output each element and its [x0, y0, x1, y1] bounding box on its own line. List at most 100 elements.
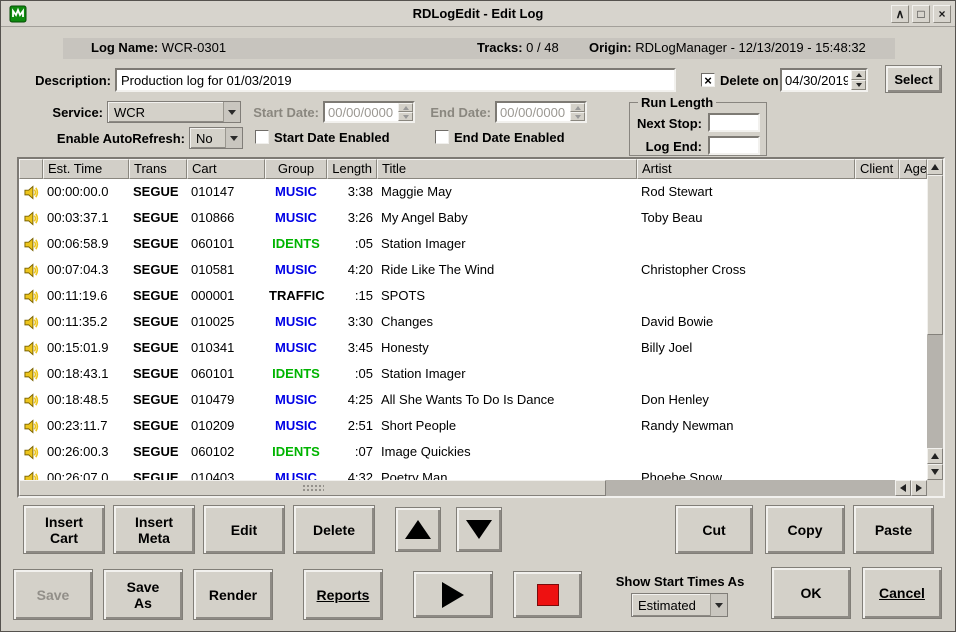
- start-date-enabled-checkbox[interactable]: [255, 130, 269, 144]
- cell-play-indicator: [19, 465, 43, 480]
- cut-button[interactable]: Cut: [675, 505, 753, 554]
- column-header-length[interactable]: Length: [327, 159, 377, 179]
- show-start-times-combobox[interactable]: Estimated: [631, 593, 728, 617]
- cell-length: 4:20: [327, 257, 377, 283]
- scroll-up-icon[interactable]: [927, 159, 943, 175]
- titlebar[interactable]: RDLogEdit - Edit Log ∧ □ ×: [1, 1, 955, 27]
- delete-date-input[interactable]: [782, 70, 851, 90]
- edit-button[interactable]: Edit: [203, 505, 285, 554]
- spin-down-icon[interactable]: [851, 80, 866, 90]
- column-header-group[interactable]: Group: [265, 159, 327, 179]
- paste-button[interactable]: Paste: [853, 505, 934, 554]
- cell-artist: David Bowie: [637, 309, 855, 335]
- log-table-row[interactable]: 00:18:43.1SEGUE060101IDENTS:05Station Im…: [19, 361, 927, 387]
- log-end-input[interactable]: [708, 136, 760, 155]
- next-stop-input[interactable]: [708, 113, 760, 132]
- cell-client: [855, 309, 899, 335]
- scroll-down-icon[interactable]: [927, 464, 943, 480]
- column-header-agency[interactable]: Agency: [899, 159, 927, 179]
- cell-title: Honesty: [377, 335, 637, 361]
- log-table-row[interactable]: 00:23:11.7SEGUE010209MUSIC2:51Short Peop…: [19, 413, 927, 439]
- column-header-cart[interactable]: Cart: [187, 159, 265, 179]
- cell-group: MUSIC: [265, 465, 327, 480]
- play-button[interactable]: [413, 571, 493, 618]
- autorefresh-combobox[interactable]: No: [189, 127, 243, 149]
- delete-on-checkbox[interactable]: ×: [701, 73, 715, 87]
- next-stop-label: Next Stop:: [634, 116, 702, 131]
- log-table-row[interactable]: 00:15:01.9SEGUE010341MUSIC3:45HonestyBil…: [19, 335, 927, 361]
- maximize-icon[interactable]: □: [912, 5, 930, 23]
- start-date-label: Start Date:: [245, 105, 319, 120]
- cell-artist: Phoebe Snow: [637, 465, 855, 480]
- column-header-title[interactable]: Title: [377, 159, 637, 179]
- autorefresh-label: Enable AutoRefresh:: [27, 131, 185, 146]
- log-table-row[interactable]: 00:11:35.2SEGUE010025MUSIC3:30ChangesDav…: [19, 309, 927, 335]
- log-table-row[interactable]: 00:26:07.0SEGUE010403MUSIC4:32Poetry Man…: [19, 465, 927, 480]
- cell-est-time: 00:00:00.0: [43, 179, 129, 205]
- log-table-row[interactable]: 00:06:58.9SEGUE060101IDENTS:05Station Im…: [19, 231, 927, 257]
- cell-client: [855, 361, 899, 387]
- log-name: Log Name: WCR-0301: [91, 40, 226, 55]
- cell-artist: Billy Joel: [637, 335, 855, 361]
- cell-play-indicator: [19, 361, 43, 387]
- horizontal-scroll-thumb[interactable]: [19, 480, 606, 496]
- save-button[interactable]: Save: [13, 569, 93, 620]
- cell-play-indicator: [19, 439, 43, 465]
- move-up-button[interactable]: [395, 507, 441, 552]
- close-icon[interactable]: ×: [933, 5, 951, 23]
- chevron-down-icon: [710, 594, 727, 616]
- tracks: Tracks: 0 / 48: [477, 40, 559, 55]
- select-date-button[interactable]: Select: [885, 65, 942, 93]
- shade-icon[interactable]: ∧: [891, 5, 909, 23]
- cell-group: MUSIC: [265, 387, 327, 413]
- cell-play-indicator: [19, 309, 43, 335]
- column-header-client[interactable]: Client: [855, 159, 899, 179]
- log-table-row[interactable]: 00:18:48.5SEGUE010479MUSIC4:25All She Wa…: [19, 387, 927, 413]
- cell-trans: SEGUE: [129, 439, 187, 465]
- render-button[interactable]: Render: [193, 569, 273, 620]
- description-input[interactable]: [115, 68, 676, 92]
- cancel-button[interactable]: Cancel: [862, 567, 942, 619]
- log-table-row[interactable]: 00:07:04.3SEGUE010581MUSIC4:20Ride Like …: [19, 257, 927, 283]
- cell-length: :07: [327, 439, 377, 465]
- column-header-est-time[interactable]: Est. Time: [43, 159, 129, 179]
- spin-up-icon: [570, 103, 585, 112]
- scroll-left-icon[interactable]: [895, 480, 911, 496]
- cell-group: MUSIC: [265, 205, 327, 231]
- log-table-body[interactable]: 00:00:00.0SEGUE010147MUSIC3:38Maggie May…: [19, 179, 927, 480]
- cell-group: IDENTS: [265, 439, 327, 465]
- speaker-icon: [24, 445, 39, 460]
- spin-up-icon[interactable]: [851, 70, 866, 80]
- insert-cart-button[interactable]: Insert Cart: [23, 505, 105, 554]
- insert-meta-button[interactable]: Insert Meta: [113, 505, 195, 554]
- description-label: Description:: [23, 73, 111, 88]
- log-table-row[interactable]: 00:00:00.0SEGUE010147MUSIC3:38Maggie May…: [19, 179, 927, 205]
- reports-button[interactable]: Reports: [303, 569, 383, 620]
- cell-agency: [899, 387, 927, 413]
- stop-icon: [537, 584, 559, 606]
- vertical-scroll-thumb[interactable]: [927, 175, 943, 335]
- speaker-icon: [24, 419, 39, 434]
- log-table-row[interactable]: 00:03:37.1SEGUE010866MUSIC3:26My Angel B…: [19, 205, 927, 231]
- start-date-input: [325, 103, 398, 121]
- vertical-scrollbar[interactable]: [927, 159, 943, 480]
- end-date-enabled-checkbox[interactable]: [435, 130, 449, 144]
- service-combobox[interactable]: WCR: [107, 101, 241, 123]
- column-header-trans[interactable]: Trans: [129, 159, 187, 179]
- stop-button[interactable]: [513, 571, 582, 618]
- delete-button[interactable]: Delete: [293, 505, 375, 554]
- horizontal-scrollbar[interactable]: [19, 480, 927, 496]
- move-down-button[interactable]: [456, 507, 502, 552]
- scroll-up-icon[interactable]: [927, 448, 943, 464]
- copy-button[interactable]: Copy: [765, 505, 845, 554]
- cell-artist: [637, 361, 855, 387]
- log-table-row[interactable]: 00:11:19.6SEGUE000001TRAFFIC:15SPOTS: [19, 283, 927, 309]
- scroll-right-icon[interactable]: [911, 480, 927, 496]
- cell-est-time: 00:18:43.1: [43, 361, 129, 387]
- cell-title: Changes: [377, 309, 637, 335]
- column-header-icon[interactable]: [19, 159, 43, 179]
- column-header-artist[interactable]: Artist: [637, 159, 855, 179]
- ok-button[interactable]: OK: [771, 567, 851, 619]
- log-table-row[interactable]: 00:26:00.3SEGUE060102IDENTS:07Image Quic…: [19, 439, 927, 465]
- save-as-button[interactable]: Save As: [103, 569, 183, 620]
